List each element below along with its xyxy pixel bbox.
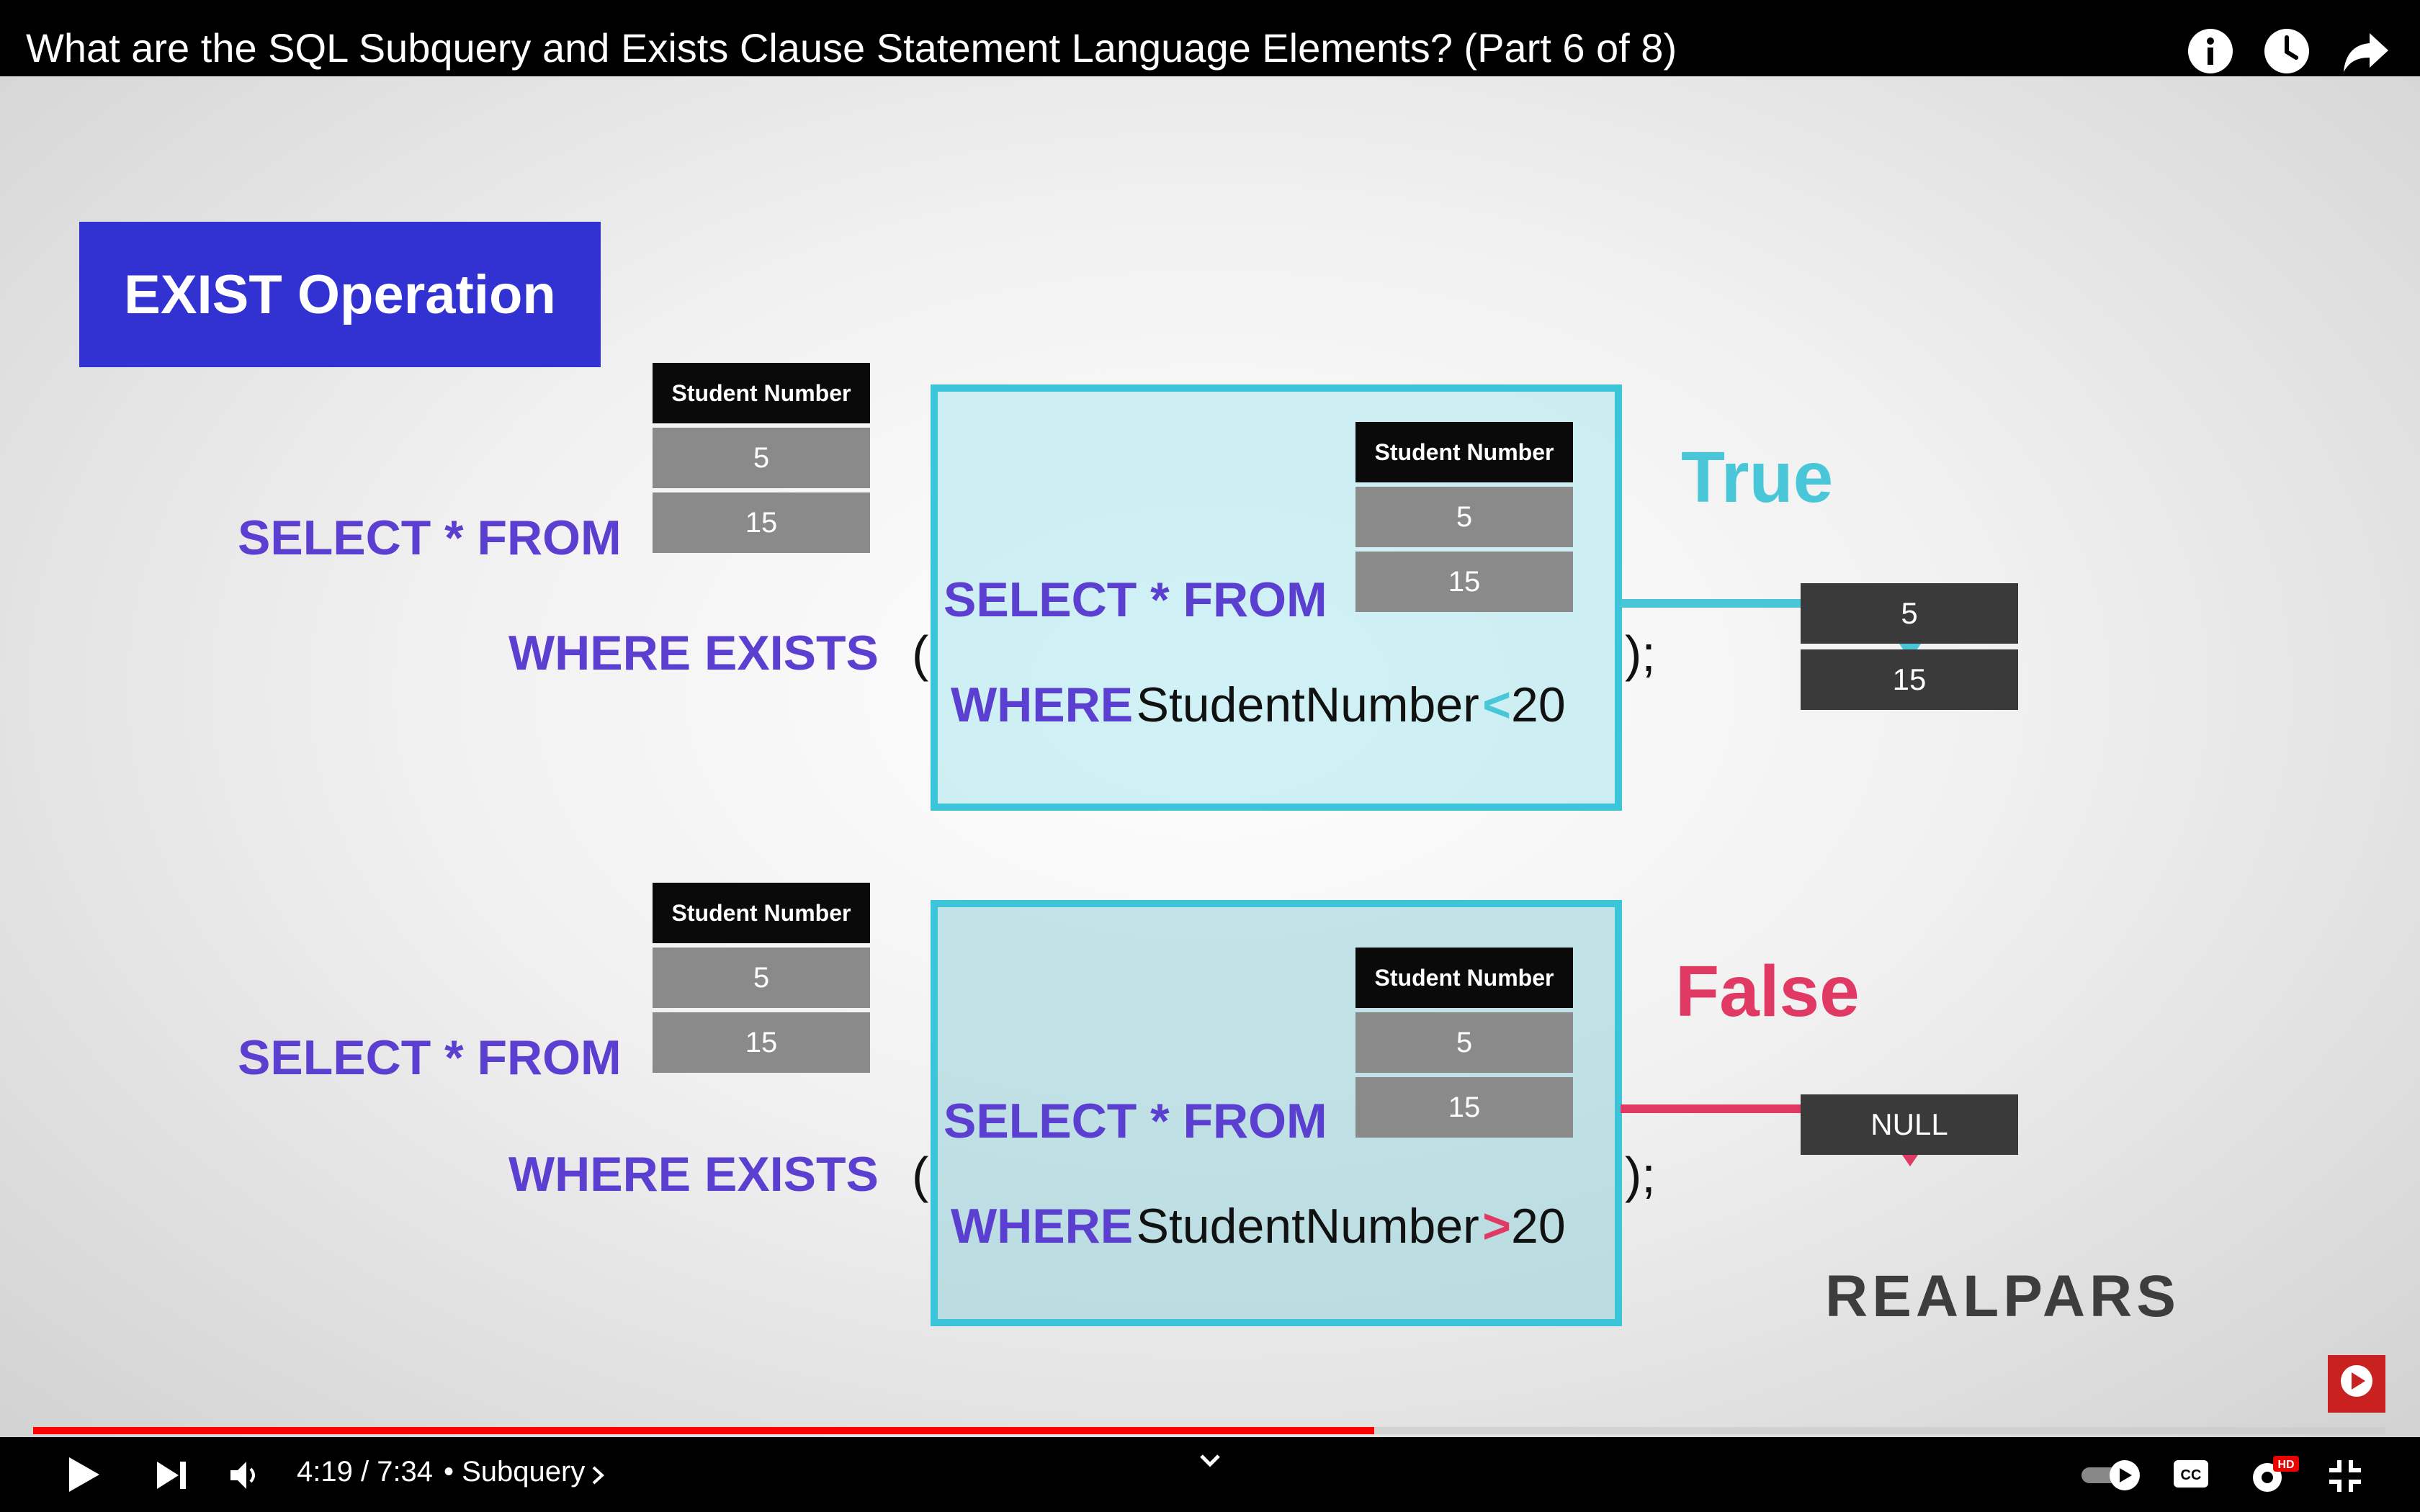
slide-heading-box: EXIST Operation xyxy=(79,222,601,367)
video-frame[interactable]: EXIST Operation SELECT * FROM Student Nu… xyxy=(0,76,2420,1437)
result-cell: 15 xyxy=(1801,649,2018,710)
table-cell: 15 xyxy=(653,492,870,553)
true-result-table: 5 15 xyxy=(1801,583,2018,710)
table-header: Student Number xyxy=(653,883,870,943)
where-exists-keyword: WHERE EXISTS xyxy=(508,626,879,680)
column-name: StudentNumber xyxy=(1136,678,1479,732)
realpars-logo: REALPARS xyxy=(1825,1264,2180,1329)
next-icon[interactable] xyxy=(154,1457,190,1497)
inner-table: Student Number 5 15 xyxy=(1355,948,1573,1138)
table-cell: 5 xyxy=(653,428,870,488)
slide-heading: EXIST Operation xyxy=(124,264,556,325)
exit-fullscreen-icon[interactable] xyxy=(2328,1459,2362,1497)
table-cell: 15 xyxy=(1355,552,1573,612)
table-cell: 5 xyxy=(1355,487,1573,547)
where-condition: WHERE StudentNumber <20 xyxy=(951,677,1566,733)
chevron-right-icon[interactable] xyxy=(589,1464,606,1490)
null-result: NULL xyxy=(1801,1094,2018,1155)
table-cell: 5 xyxy=(653,948,870,1008)
where-keyword: WHERE xyxy=(951,678,1134,732)
play-icon[interactable] xyxy=(63,1454,104,1498)
clock-icon[interactable] xyxy=(2263,27,2311,75)
chevron-down-icon[interactable] xyxy=(1197,1452,1223,1472)
time-display: 4:19 / 7:34 xyxy=(297,1456,434,1488)
table-cell: 15 xyxy=(653,1012,870,1073)
true-label: True xyxy=(1681,437,1834,518)
settings-icon[interactable]: HD xyxy=(2246,1453,2300,1500)
share-icon[interactable] xyxy=(2342,27,2390,75)
where-condition: WHERE StudentNumber >20 xyxy=(951,1198,1566,1254)
outer-table: Student Number 5 15 xyxy=(653,363,870,553)
table-header: Student Number xyxy=(653,363,870,423)
inner-table: Student Number 5 15 xyxy=(1355,422,1573,612)
volume-icon[interactable] xyxy=(228,1459,261,1495)
where-exists-keyword: WHERE EXISTS xyxy=(508,1147,879,1202)
cc-icon[interactable]: CC xyxy=(2172,1459,2210,1493)
table-cell: 5 xyxy=(1355,1012,1573,1073)
operator-less-than: < xyxy=(1482,678,1511,732)
operator-greater-than: > xyxy=(1482,1199,1511,1254)
video-title[interactable]: What are the SQL Subquery and Exists Cla… xyxy=(26,24,1677,71)
limit-value: 20 xyxy=(1511,678,1566,732)
limit-value: 20 xyxy=(1511,1199,1566,1254)
result-cell: 5 xyxy=(1801,583,2018,644)
where-keyword: WHERE xyxy=(951,1199,1134,1254)
table-cell: 15 xyxy=(1355,1077,1573,1138)
video-title-bar: What are the SQL Subquery and Exists Cla… xyxy=(0,0,2420,76)
table-header: Student Number xyxy=(1355,422,1573,482)
column-name: StudentNumber xyxy=(1136,1199,1479,1254)
chapter-title[interactable]: • Subquery xyxy=(444,1456,585,1488)
info-icon[interactable] xyxy=(2187,27,2234,75)
progress-played xyxy=(33,1427,1374,1434)
open-paren: ( xyxy=(912,626,929,682)
select-from-keyword: SELECT * FROM xyxy=(238,510,622,565)
player-controls: 4:19 / 7:34 • Subquery CC HD xyxy=(0,1437,2420,1512)
select-from-keyword: SELECT * FROM xyxy=(944,572,1327,627)
open-paren: ( xyxy=(912,1147,929,1203)
subscribe-icon[interactable] xyxy=(2328,1355,2385,1413)
hd-badge: HD xyxy=(2277,1459,2294,1471)
cc-label: CC xyxy=(2181,1467,2202,1483)
select-from-keyword: SELECT * FROM xyxy=(944,1094,1327,1148)
false-label: False xyxy=(1675,951,1860,1032)
outer-table: Student Number 5 15 xyxy=(653,883,870,1073)
progress-track[interactable] xyxy=(33,1427,2385,1434)
select-from-keyword: SELECT * FROM xyxy=(238,1030,622,1085)
table-header: Student Number xyxy=(1355,948,1573,1008)
autoplay-toggle[interactable] xyxy=(2080,1459,2143,1495)
